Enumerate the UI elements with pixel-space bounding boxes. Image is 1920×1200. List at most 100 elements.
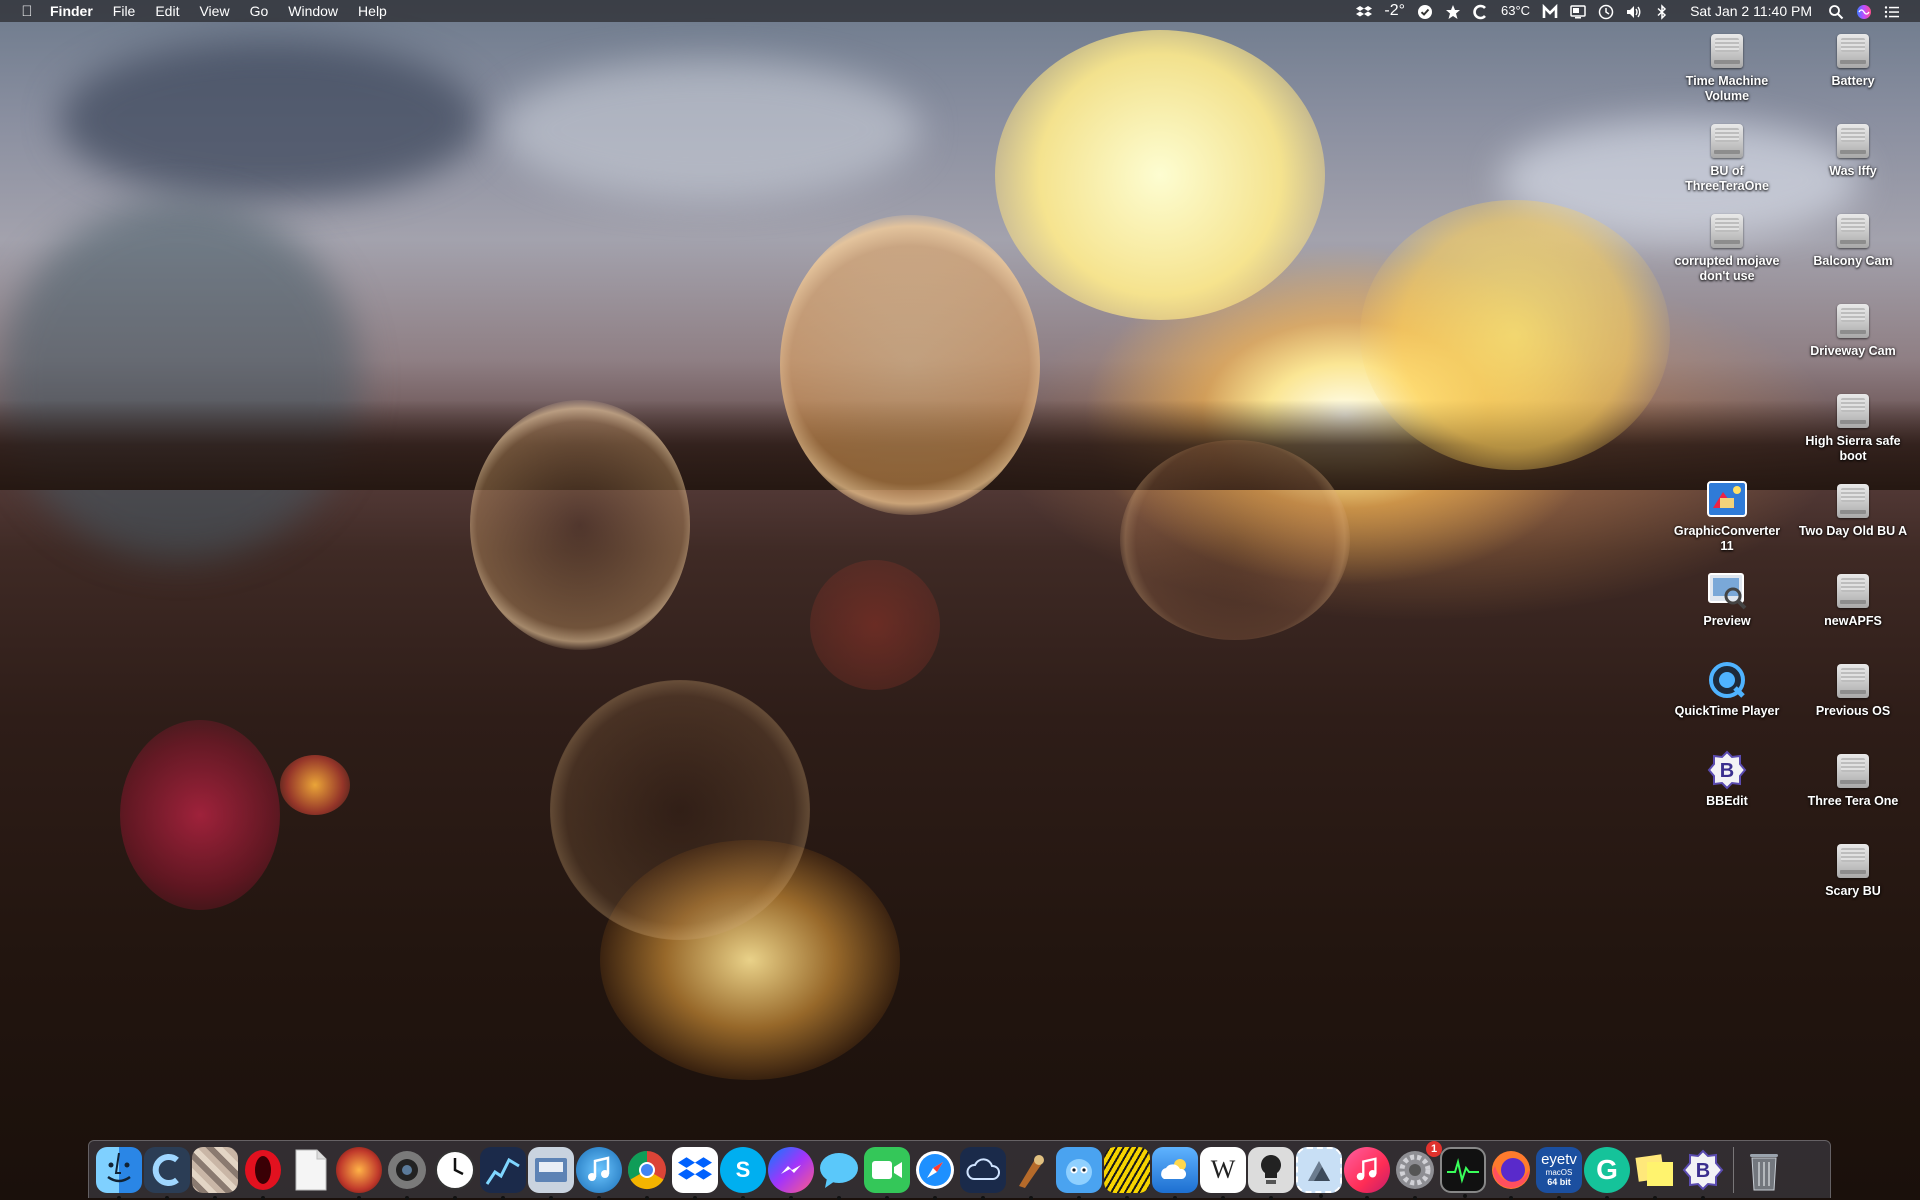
lens-flare [470, 400, 690, 650]
dock-cloud-app-icon[interactable] [960, 1146, 1006, 1200]
dock-activity-monitor-icon[interactable] [1440, 1146, 1486, 1198]
desktop-icon-previous-os[interactable]: Previous OS [1793, 658, 1913, 719]
dock-safari-icon[interactable] [912, 1147, 958, 1200]
dock-wikipedia-icon[interactable]: W [1200, 1146, 1246, 1200]
desktop-icon-label: Two Day Old BU A [1798, 524, 1908, 538]
dock-itunes-icon[interactable] [1344, 1146, 1390, 1200]
dock-music-note-icon[interactable] [576, 1146, 622, 1200]
hard-drive-icon [1831, 478, 1875, 522]
hard-drive-icon [1831, 658, 1875, 702]
dock-yellow-app-icon[interactable] [1104, 1146, 1150, 1200]
display-icon[interactable] [1564, 0, 1592, 22]
desktop-icon-quicktime-player[interactable]: QuickTime Player [1667, 658, 1787, 719]
menu-window[interactable]: Window [278, 0, 348, 22]
desktop-icon-label: QuickTime Player [1674, 704, 1780, 718]
menu-edit[interactable]: Edit [145, 0, 189, 22]
eyetv-sublabel: macOS [1545, 1168, 1573, 1177]
quicktime-app-icon [1705, 658, 1749, 702]
checkmark-circle-icon[interactable] [1411, 0, 1439, 22]
desktop-icon-label: Balcony Cam [1813, 254, 1893, 268]
menu-view[interactable]: View [189, 0, 239, 22]
dock-opera-icon[interactable] [240, 1147, 286, 1200]
dock-webcam-icon[interactable] [384, 1147, 430, 1200]
dock-stickies-icon[interactable] [1632, 1147, 1678, 1200]
eyetv-bits-label: 64 bit [1547, 1177, 1571, 1187]
desktop-icon-label: Previous OS [1815, 704, 1891, 718]
dock-messages-icon[interactable] [816, 1147, 862, 1200]
dock-dragon-game-icon[interactable] [336, 1146, 382, 1200]
desktop-icon-corrupted-mojave[interactable]: corrupted mojave don't use [1667, 208, 1787, 284]
desktop-icon-label: Time Machine Volume [1685, 74, 1769, 103]
dock-rocket-launch-icon[interactable] [1008, 1147, 1054, 1200]
notification-center-icon[interactable] [1878, 0, 1906, 22]
desktop-icon-newapfs[interactable]: newAPFS [1793, 568, 1913, 629]
dock-messenger-icon[interactable] [768, 1146, 814, 1200]
m-app-icon[interactable] [1536, 0, 1564, 22]
dropbox-icon[interactable] [1350, 0, 1378, 22]
svg-text:B: B [1720, 760, 1734, 782]
dock-dropbox-icon[interactable] [672, 1146, 718, 1200]
dock-photo-mosaic-icon[interactable] [192, 1146, 238, 1200]
lens-flare [810, 560, 940, 690]
desktop-icon-two-day-old-bu-a[interactable]: Two Day Old BU A [1793, 478, 1913, 539]
weather-status[interactable]: -2° [1378, 0, 1411, 22]
cpu-temperature[interactable]: 63°C [1495, 0, 1536, 22]
skype-glyph: S [735, 1156, 751, 1182]
bluetooth-icon[interactable] [1648, 0, 1676, 22]
dock-skype-icon[interactable]: S [720, 1146, 766, 1200]
desktop-icon-balcony-cam[interactable]: Balcony Cam [1793, 208, 1913, 269]
dock-firefox-icon[interactable] [1488, 1147, 1534, 1200]
desktop-icon-preview[interactable]: Preview [1667, 568, 1787, 629]
graphicconverter-app-icon [1705, 478, 1749, 522]
menu-app-name[interactable]: Finder [40, 0, 103, 22]
dock-lightbulb-icon[interactable] [1248, 1146, 1294, 1200]
desktop-icon-graphicconverter[interactable]: GraphicConverter 11 [1667, 478, 1787, 554]
siri-icon[interactable] [1850, 0, 1878, 22]
desktop-icon-time-machine-volume[interactable]: Time Machine Volume [1667, 28, 1787, 104]
desktop-icon-battery[interactable]: Battery [1793, 28, 1913, 89]
dock-system-preferences-icon[interactable]: 1 [1392, 1140, 1442, 1200]
star-badge-icon[interactable] [1439, 0, 1467, 22]
dock-weather-icon[interactable] [1152, 1146, 1198, 1200]
dock-chrome-icon[interactable] [624, 1147, 670, 1200]
desktop-icon-was-iffy[interactable]: Was Iffy [1793, 118, 1913, 179]
c-app-icon[interactable] [1467, 0, 1495, 22]
dock-facetime-icon[interactable] [864, 1146, 910, 1200]
desktop-icon-bu-of-threeteraone[interactable]: BU of ThreeTeraOne [1667, 118, 1787, 194]
dock-mail-stamp-icon[interactable] [1296, 1146, 1342, 1198]
dock-stock-chart-icon[interactable] [480, 1146, 526, 1200]
menubar-clock[interactable]: Sat Jan 2 11:40 PM [1676, 0, 1822, 22]
dock-grammarly-icon[interactable]: G [1584, 1146, 1630, 1200]
desktop-icon-scary-bu[interactable]: Scary BU [1793, 838, 1913, 899]
cloud [60, 40, 480, 200]
desktop-icon-label: Driveway Cam [1810, 344, 1896, 358]
desktop-wallpaper [0, 0, 1920, 1200]
dock-trash-icon[interactable] [1741, 1147, 1787, 1193]
spotlight-search-icon[interactable] [1822, 0, 1850, 22]
menu-file[interactable]: File [103, 0, 146, 22]
dock-separator [1733, 1146, 1734, 1193]
desktop-icon-three-tera-one[interactable]: Three Tera One [1793, 748, 1913, 809]
desktop-icon-label: High Sierra safe boot [1805, 434, 1901, 463]
dock-finder-icon[interactable] [96, 1146, 142, 1200]
apple-menu-icon[interactable]:  [14, 3, 40, 20]
dock-image-capture-icon[interactable] [528, 1146, 574, 1200]
dock-eyetv-icon[interactable]: eyetv macOS 64 bit [1536, 1146, 1582, 1200]
desktop-icon-label: BBEdit [1706, 794, 1748, 808]
dock-tweetbot-icon[interactable] [1056, 1146, 1102, 1200]
hard-drive-icon [1705, 118, 1749, 162]
dock-clock-icon[interactable] [432, 1147, 478, 1200]
desktop-icon-high-sierra-safe-boot[interactable]: High Sierra safe boot [1793, 388, 1913, 464]
menu-go[interactable]: Go [240, 0, 279, 22]
dock-bbedit-icon[interactable]: B [1680, 1147, 1726, 1200]
time-machine-icon[interactable] [1592, 0, 1620, 22]
desktop-icon-bbedit[interactable]: B BBEdit [1667, 748, 1787, 809]
dock-textedit-document-icon[interactable] [288, 1147, 334, 1193]
dock-coherence-c-icon[interactable] [144, 1146, 190, 1200]
desktop-icon-driveway-cam[interactable]: Driveway Cam [1793, 298, 1913, 359]
volume-icon[interactable] [1620, 0, 1648, 22]
eyetv-label: eyetv [1541, 1151, 1577, 1168]
lens-flare [995, 30, 1325, 320]
menu-help[interactable]: Help [348, 0, 397, 22]
desktop-icon-label: Three Tera One [1807, 794, 1899, 808]
